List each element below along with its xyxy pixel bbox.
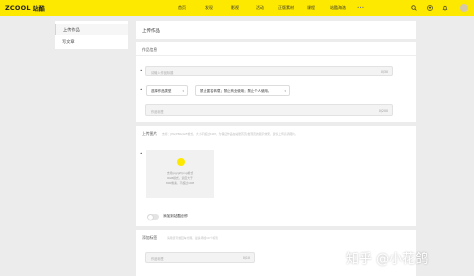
- sidebar-item-upload-work[interactable]: 上传作品: [55, 24, 128, 35]
- license-value: 禁止匿名转载；禁止商业使用；禁止个人使用。: [200, 89, 272, 93]
- required-mark: •: [140, 87, 143, 92]
- page-title: 上传作品: [142, 29, 160, 34]
- search-icon[interactable]: [411, 5, 417, 11]
- section-label-info: 作品信息: [142, 47, 158, 52]
- nav-item-stock[interactable]: 正版素材: [278, 5, 294, 11]
- notification-icon[interactable]: [442, 5, 448, 11]
- divider: [136, 55, 416, 56]
- nav-item-hellorf[interactable]: 站酷海洛: [330, 5, 346, 11]
- sidebar-item-write-article[interactable]: 写文章: [55, 36, 128, 47]
- work-type-select[interactable]: 选择作品类型 ▾: [146, 85, 188, 96]
- tags-section-label: 添加标签: [142, 235, 158, 240]
- zhihu-watermark: 知乎 @小花鸽: [346, 252, 429, 267]
- toggle-knob: [147, 214, 153, 220]
- upload-label: 上传图片: [142, 131, 158, 136]
- form-title-card: [136, 21, 416, 39]
- tag-input[interactable]: 作品标签 0/10: [145, 252, 255, 263]
- tag-placeholder: 作品标签: [151, 257, 164, 261]
- nav-item-courses[interactable]: 课程: [307, 5, 315, 11]
- upload-note-1: 支持jpg/gif/png格式: [166, 171, 194, 175]
- chevron-down-icon: ▾: [182, 89, 184, 93]
- tags-placeholder: 作品标签: [151, 110, 164, 114]
- upload-icon[interactable]: [427, 5, 433, 11]
- required-mark: •: [140, 151, 143, 156]
- upload-note-3: 800像素，不超过10M: [165, 181, 195, 185]
- upload-plus-icon: [177, 158, 185, 166]
- title-char-count: 0/30: [380, 70, 388, 74]
- top-nav-bar: ZCOOL 站酷 首页 发现 影视 活动 正版素材 课程 站酷海洛 •••: [0, 0, 474, 16]
- title-input[interactable]: 请输入作品标题 0/30: [145, 66, 393, 76]
- nav-item-discover[interactable]: 发现: [205, 5, 213, 11]
- tags-hint: 请用逗号或回车分隔，最多添加10个标签: [167, 236, 219, 240]
- nav-item-events[interactable]: 活动: [256, 5, 264, 11]
- nav-more[interactable]: •••: [357, 5, 364, 10]
- user-avatar[interactable]: [460, 4, 468, 12]
- chevron-down-icon: ▾: [284, 89, 286, 93]
- publish-toggle[interactable]: [147, 214, 159, 220]
- tags-input[interactable]: 作品标签 0/200: [145, 104, 393, 116]
- nav-item-home[interactable]: 首页: [178, 5, 186, 11]
- upload-note-2: RGB模式，宽度大于: [167, 176, 193, 180]
- toggle-label: 添加到站酷创作: [163, 214, 189, 218]
- tag-char-count: 0/10: [242, 256, 250, 260]
- license-select[interactable]: 禁止匿名转载；禁止商业使用；禁止个人使用。 ▾: [195, 85, 290, 96]
- upload-hint: 支持：JPG/PNG/GIF格式，大小不超过10M，为保证作品在站酷首页/发现页…: [162, 132, 298, 136]
- main-nav: 首页 发现 影视 活动 正版素材 课程 站酷海洛 •••: [0, 5, 474, 13]
- sidebar: 上传作品 写文章: [55, 21, 128, 49]
- title-placeholder: 请输入作品标题: [151, 71, 174, 75]
- tags-char-count: 0/200: [378, 109, 388, 113]
- work-type-value: 选择作品类型: [151, 89, 172, 93]
- upload-dropzone[interactable]: 支持jpg/gif/png格式 RGB模式，宽度大于 800像素，不超过10M: [146, 150, 214, 198]
- required-mark: •: [140, 68, 143, 73]
- nav-item-video[interactable]: 影视: [231, 5, 239, 11]
